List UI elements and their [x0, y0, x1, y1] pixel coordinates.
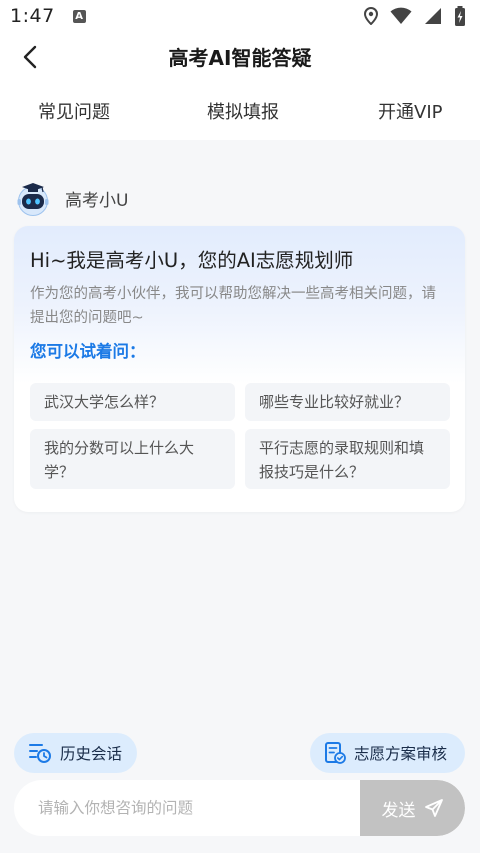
history-button[interactable]: 历史会话 — [14, 733, 137, 773]
bot-header: 高考小U — [14, 179, 128, 217]
history-icon — [29, 744, 51, 763]
intro-card: Hi~我是高考小U，您的AI志愿规划师 作为您的高考小伙伴，我可以帮助您解决一些… — [14, 226, 465, 512]
suggested-question[interactable]: 平行志愿的录取规则和填报技巧是什么？ — [245, 429, 450, 489]
send-label: 发送 — [381, 800, 416, 821]
bot-name: 高考小U — [65, 190, 129, 211]
question-input[interactable] — [14, 780, 360, 836]
tab-bar: 常见问题 模拟填报 开通VIP — [0, 98, 480, 128]
plan-review-label: 志愿方案审核 — [354, 745, 448, 763]
battery-icon — [455, 6, 465, 26]
location-icon — [364, 7, 378, 25]
card-description: 作为您的高考小伙伴，我可以帮助您解决一些高考相关问题，请提出您的问题吧~ — [30, 286, 436, 326]
chat-input-bar: 发送 — [14, 780, 465, 836]
app-header: 高考AI智能答疑 常见问题 模拟填报 开通VIP — [0, 32, 480, 140]
suggested-question[interactable]: 武汉大学怎么样？ — [30, 383, 235, 421]
tab-simulated-application[interactable]: 模拟填报 — [207, 98, 279, 124]
suggested-question[interactable]: 哪些专业比较好就业？ — [245, 383, 450, 421]
tab-open-vip[interactable]: 开通VIP — [378, 98, 442, 124]
status-icons — [364, 6, 466, 26]
document-check-icon — [325, 742, 346, 764]
status-bar: 1:47 A — [0, 0, 480, 32]
send-icon — [424, 799, 443, 817]
try-asking-label: 您可以试着问： — [30, 342, 146, 361]
plan-review-button[interactable]: 志愿方案审核 — [310, 733, 465, 773]
notification-icon: A — [72, 9, 86, 23]
card-title: Hi~我是高考小U，您的AI志愿规划师 — [30, 249, 354, 272]
robot-avatar-icon — [17, 183, 49, 216]
signal-icon — [425, 8, 441, 24]
history-label: 历史会话 — [60, 745, 123, 763]
status-time: 1:47 — [10, 5, 55, 27]
suggested-question[interactable]: 我的分数可以上什么大学？ — [30, 429, 235, 489]
wifi-icon — [390, 7, 412, 24]
page-title: 高考AI智能答疑 — [168, 46, 312, 70]
tab-common-questions[interactable]: 常见问题 — [38, 98, 110, 124]
send-button[interactable]: 发送 — [360, 780, 465, 836]
